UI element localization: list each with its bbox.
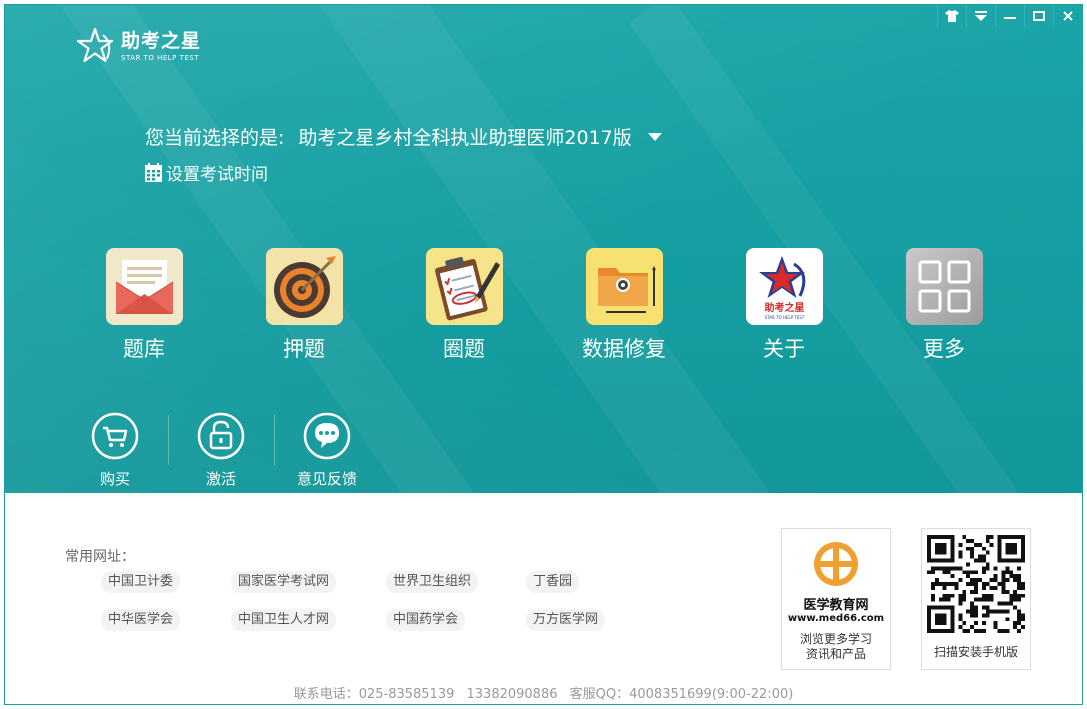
link-item[interactable]: 世界卫生组织 bbox=[386, 571, 479, 593]
logo-name: 助考之星 bbox=[121, 30, 202, 52]
set-exam-time-label: 设置考试时间 bbox=[166, 165, 268, 185]
skin-icon[interactable] bbox=[937, 5, 966, 27]
link-item[interactable]: 国家医学考试网 bbox=[231, 571, 337, 593]
about-icon-name: 助考之星 bbox=[764, 301, 804, 314]
action-label: 购买 bbox=[99, 470, 130, 488]
window-controls bbox=[937, 5, 1082, 27]
calendar-icon bbox=[145, 163, 162, 182]
med66-name: 医学教育网 bbox=[803, 598, 869, 613]
buy-button[interactable]: 购买 bbox=[70, 412, 160, 489]
app-logo: 助考之星 STAR TO HELP TEST bbox=[73, 25, 201, 69]
link-item[interactable]: 中国药学会 bbox=[386, 609, 466, 631]
logo-slogan: STAR TO HELP TEST bbox=[121, 54, 200, 62]
med66-logo-icon bbox=[814, 542, 858, 586]
module-label: 押题 bbox=[283, 337, 325, 361]
star-logo-icon bbox=[76, 27, 114, 63]
module-data-repair[interactable]: 数据修复 bbox=[564, 248, 684, 363]
selected-product[interactable]: 助考之星乡村全科执业助理医师2017版 bbox=[298, 123, 631, 150]
qr-card: 扫描安装手机版 bbox=[921, 528, 1031, 670]
folder-gear-icon bbox=[585, 248, 663, 325]
link-item[interactable]: 中国卫计委 bbox=[101, 571, 181, 593]
action-label: 意见反馈 bbox=[296, 470, 357, 488]
links-title: 常用网址： bbox=[65, 549, 135, 565]
link-item[interactable]: 中华医学会 bbox=[101, 609, 181, 631]
module-circled-questions[interactable]: 圈题 bbox=[404, 248, 524, 363]
cart-icon bbox=[91, 412, 139, 460]
action-label: 激活 bbox=[205, 470, 236, 488]
star-logo-icon: 助考之星 STAR TO HELP TEST bbox=[745, 248, 823, 325]
header-panel: 助考之星 STAR TO HELP TEST 您当前选择的是: 助考之星乡村全科… bbox=[5, 5, 1082, 639]
med66-caption-1: 浏览更多学习 bbox=[799, 632, 872, 646]
clipboard-icon bbox=[425, 248, 503, 325]
module-label: 更多 bbox=[923, 337, 965, 361]
med66-card[interactable]: 医学教育网 www.med66.com 浏览更多学习 资讯和产品 bbox=[781, 528, 891, 670]
module-about[interactable]: 助考之星 STAR TO HELP TEST 关于 bbox=[724, 248, 844, 363]
module-more[interactable]: 更多 bbox=[884, 248, 1004, 363]
grid-icon bbox=[905, 248, 983, 325]
link-item[interactable]: 万方医学网 bbox=[526, 609, 606, 631]
envelope-icon bbox=[105, 248, 183, 325]
module-predicted-questions[interactable]: 押题 bbox=[244, 248, 364, 363]
qr-code-icon bbox=[927, 535, 1025, 633]
product-selector[interactable]: 您当前选择的是: 助考之星乡村全科执业助理医师2017版 bbox=[145, 123, 662, 150]
set-exam-time-button[interactable]: 设置考试时间 bbox=[145, 160, 268, 185]
footer-qq: 客服QQ：4008351699(9:00-22:00) bbox=[569, 687, 794, 702]
med66-caption-2: 资讯和产品 bbox=[805, 647, 866, 661]
menu-icon[interactable] bbox=[966, 5, 995, 27]
app-window: 助考之星 STAR TO HELP TEST 您当前选择的是: 助考之星乡村全科… bbox=[4, 4, 1083, 705]
footer-phone: 联系电话：025-83585139 bbox=[293, 687, 455, 702]
qr-caption: 扫描安装手机版 bbox=[933, 645, 1018, 659]
module-label: 题库 bbox=[123, 337, 165, 361]
activate-button[interactable]: 激活 bbox=[176, 412, 266, 489]
close-icon[interactable] bbox=[1053, 5, 1082, 27]
target-icon bbox=[265, 248, 343, 325]
maximize-icon[interactable] bbox=[1024, 5, 1053, 27]
module-question-bank[interactable]: 题库 bbox=[84, 248, 204, 363]
module-label: 圈题 bbox=[443, 337, 485, 361]
link-item[interactable]: 丁香园 bbox=[526, 571, 580, 593]
module-label: 关于 bbox=[763, 337, 805, 361]
footer-contact: 联系电话：025-83585139 13382090886 客服QQ：40083… bbox=[5, 683, 1082, 702]
minimize-icon[interactable] bbox=[995, 5, 1024, 27]
dropdown-caret-icon[interactable] bbox=[647, 132, 662, 142]
module-label: 数据修复 bbox=[582, 337, 666, 361]
feedback-button[interactable]: 意见反馈 bbox=[282, 412, 372, 489]
med66-url: www.med66.com bbox=[787, 613, 885, 624]
about-icon-slogan: STAR TO HELP TEST bbox=[764, 315, 804, 320]
chat-icon bbox=[303, 412, 351, 460]
footer-mobile: 13382090886 bbox=[466, 687, 558, 702]
link-item[interactable]: 中国卫生人才网 bbox=[231, 609, 337, 631]
unlock-icon bbox=[197, 412, 245, 460]
selection-prefix: 您当前选择的是: bbox=[145, 127, 285, 149]
